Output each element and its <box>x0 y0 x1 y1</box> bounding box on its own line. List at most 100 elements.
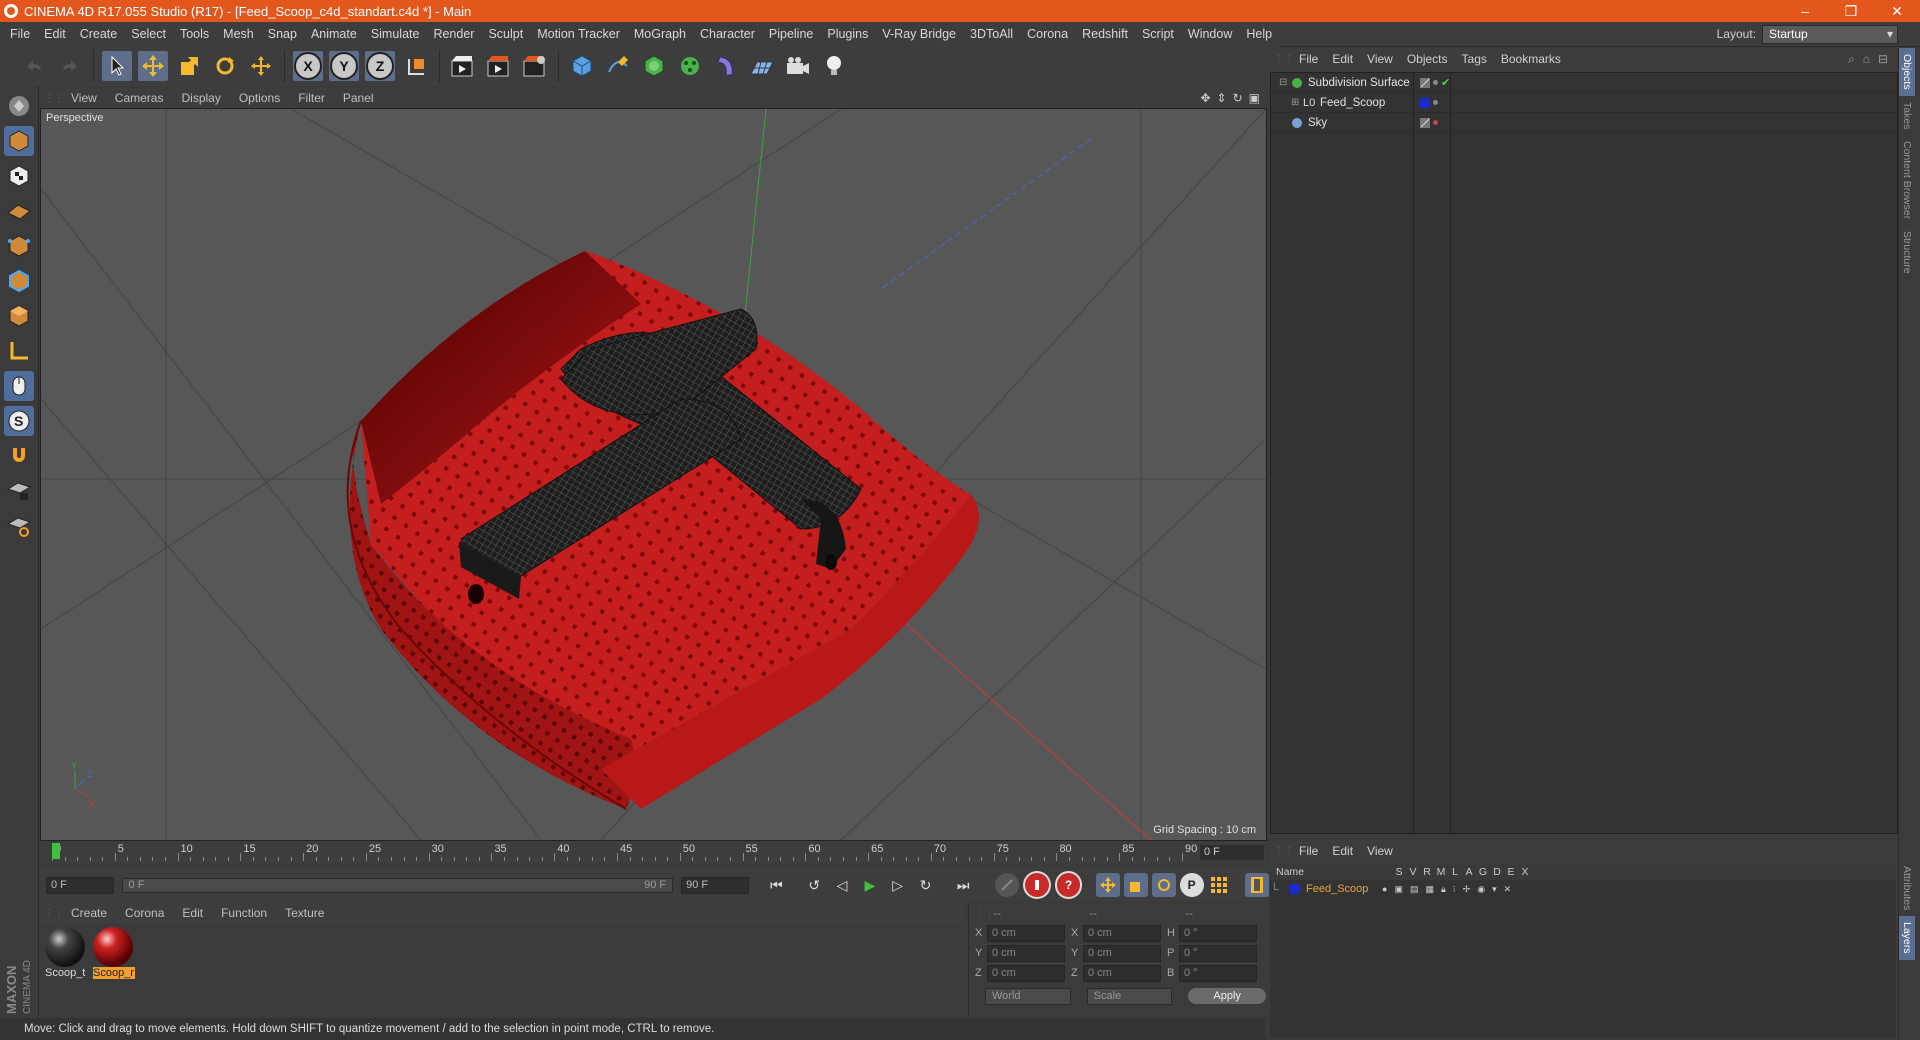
move-tool-button[interactable] <box>138 51 168 81</box>
menu-item-6[interactable]: Snap <box>261 22 304 46</box>
visibility-toggles[interactable] <box>1420 97 1438 108</box>
viewport-menu-item-3[interactable]: Options <box>230 91 289 105</box>
viewport-menu-item-1[interactable]: Cameras <box>106 91 173 105</box>
apply-button[interactable]: Apply <box>1188 988 1267 1004</box>
menu-item-0[interactable]: File <box>3 22 37 46</box>
start-frame-field[interactable]: 0 F <box>46 876 114 894</box>
search-icon[interactable]: ⌕ <box>1848 52 1855 67</box>
layer-toggles[interactable]: ● ▣ ▤ ▦ 🔒︎ ⁝ ✢ ◉ ▾ ✕ <box>1382 884 1511 895</box>
key-scale-button[interactable] <box>1124 873 1148 897</box>
menu-item-12[interactable]: MoGraph <box>627 22 693 46</box>
key-pla-button[interactable] <box>1208 873 1232 897</box>
menu-item-10[interactable]: Sculpt <box>481 22 530 46</box>
record-keys-disabled-button[interactable] <box>994 873 1019 897</box>
layer-column-header-6[interactable]: A <box>1462 866 1476 878</box>
tab-content-browser[interactable]: Content Browser <box>1899 135 1915 225</box>
layer-column-header-8[interactable]: D <box>1490 866 1504 878</box>
layer-column-header-2[interactable]: V <box>1406 866 1420 878</box>
viewport-pan-icon[interactable]: ✥ <box>1200 91 1210 105</box>
layer-column-header-10[interactable]: X <box>1518 866 1532 878</box>
viewport-scene[interactable]: Y Z X <box>41 109 1266 840</box>
viewport-menu-item-2[interactable]: Display <box>172 91 229 105</box>
subdivision-surface-button[interactable] <box>639 51 669 81</box>
object-menu-item-0[interactable]: File <box>1292 52 1325 66</box>
size-mode-dropdown[interactable]: Scale <box>1086 987 1173 1005</box>
spline-pen-button[interactable] <box>603 51 633 81</box>
object-name[interactable]: Feed_Scoop <box>1320 97 1416 109</box>
play-button[interactable]: ▶ <box>858 873 882 897</box>
select-tool-button[interactable] <box>102 51 132 81</box>
texture-mode-button[interactable] <box>4 161 34 191</box>
tab-structure[interactable]: Structure <box>1899 225 1915 280</box>
object-row-feed-scoop[interactable]: ⊞ L0 Feed_Scoop <box>1271 93 1897 113</box>
timeline-ruler[interactable]: 051015202530354045505560657075808590 <box>48 843 1198 861</box>
axis-mode-button[interactable] <box>4 336 34 366</box>
layer-column-header-1[interactable]: S <box>1392 866 1406 878</box>
light-button[interactable] <box>819 51 849 81</box>
autokeying-button[interactable]: ? <box>1054 871 1083 899</box>
model-mode-button[interactable] <box>4 126 34 156</box>
layer-column-header-5[interactable]: L <box>1448 866 1462 878</box>
scale-tool-button[interactable] <box>174 51 204 81</box>
go-to-end-button[interactable]: ⏭ <box>951 873 975 897</box>
menu-item-14[interactable]: Pipeline <box>762 22 820 46</box>
rotate-tool-button[interactable] <box>210 51 240 81</box>
viewport-maximize-icon[interactable]: ▣ <box>1249 91 1260 105</box>
previous-key-button[interactable]: ↺ <box>802 873 826 897</box>
viewport-menu-item-4[interactable]: Filter <box>289 91 334 105</box>
menu-item-2[interactable]: Create <box>73 22 125 46</box>
layer-column-header-4[interactable]: M <box>1434 866 1448 878</box>
layer-column-header-9[interactable]: E <box>1504 866 1518 878</box>
layer-name[interactable]: Feed_Scoop <box>1306 883 1382 895</box>
menu-item-20[interactable]: Script <box>1135 22 1181 46</box>
visibility-toggles[interactable]: ✔ <box>1420 76 1450 89</box>
tab-attributes[interactable]: Attributes <box>1899 860 1915 916</box>
home-icon[interactable]: ⌂ <box>1863 52 1870 66</box>
material-scoop-t[interactable]: Scoop_t <box>45 927 87 979</box>
y-axis-lock-button[interactable]: Y <box>329 51 359 81</box>
position-z-field[interactable]: 0 cm <box>987 964 1065 982</box>
next-key-button[interactable]: ↻ <box>914 873 938 897</box>
collapse-icon[interactable]: ⊟ <box>1279 77 1291 88</box>
key-parameter-button[interactable]: P <box>1179 873 1204 897</box>
material-menu-item-0[interactable]: Create <box>62 906 116 920</box>
menu-item-11[interactable]: Motion Tracker <box>530 22 627 46</box>
snapping-button[interactable]: S <box>4 406 34 436</box>
menu-item-4[interactable]: Tools <box>173 22 216 46</box>
menu-item-22[interactable]: Help <box>1239 22 1279 46</box>
layer-column-header-7[interactable]: G <box>1476 866 1490 878</box>
object-menu-item-4[interactable]: Tags <box>1455 52 1494 66</box>
menu-item-18[interactable]: Corona <box>1020 22 1075 46</box>
timeline-layout-button[interactable] <box>1245 873 1270 897</box>
object-menu-item-3[interactable]: Objects <box>1400 52 1455 66</box>
magnet-tool-button[interactable] <box>4 441 34 471</box>
tab-takes[interactable]: Takes <box>1899 96 1915 135</box>
layer-menu-item-0[interactable]: File <box>1292 844 1325 858</box>
size-x-field[interactable]: 0 cm <box>1083 924 1161 942</box>
expand-icon[interactable]: ⊞ <box>1291 97 1303 108</box>
floor-button[interactable] <box>747 51 777 81</box>
viewport-menu-item-0[interactable]: View <box>62 91 106 105</box>
edges-mode-button[interactable] <box>4 266 34 296</box>
playhead-marker[interactable] <box>52 843 60 859</box>
layer-menu-item-1[interactable]: Edit <box>1325 844 1360 858</box>
layer-column-header-0[interactable]: Name <box>1276 866 1392 878</box>
workplane-mode-button[interactable] <box>4 196 34 226</box>
menu-item-19[interactable]: Redshift <box>1075 22 1135 46</box>
next-frame-button[interactable]: ▷ <box>886 873 910 897</box>
menu-item-5[interactable]: Mesh <box>216 22 261 46</box>
previous-frame-button[interactable]: ◁ <box>830 873 854 897</box>
cloner-button[interactable] <box>675 51 705 81</box>
layer-menu-item-2[interactable]: View <box>1360 844 1400 858</box>
key-rotation-button[interactable] <box>1151 873 1176 897</box>
viewport-menu-item-5[interactable]: Panel <box>334 91 383 105</box>
visibility-toggles[interactable] <box>1420 117 1438 128</box>
record-active-objects-button[interactable] <box>1022 871 1051 899</box>
viewport-zoom-icon[interactable]: ⇕ <box>1217 91 1227 105</box>
render-view-button[interactable] <box>448 51 478 81</box>
menu-item-9[interactable]: Render <box>426 22 481 46</box>
polygons-mode-button[interactable] <box>4 301 34 331</box>
menu-item-13[interactable]: Character <box>693 22 762 46</box>
menu-item-3[interactable]: Select <box>124 22 173 46</box>
material-scoop-r[interactable]: Scoop_r <box>93 927 135 979</box>
